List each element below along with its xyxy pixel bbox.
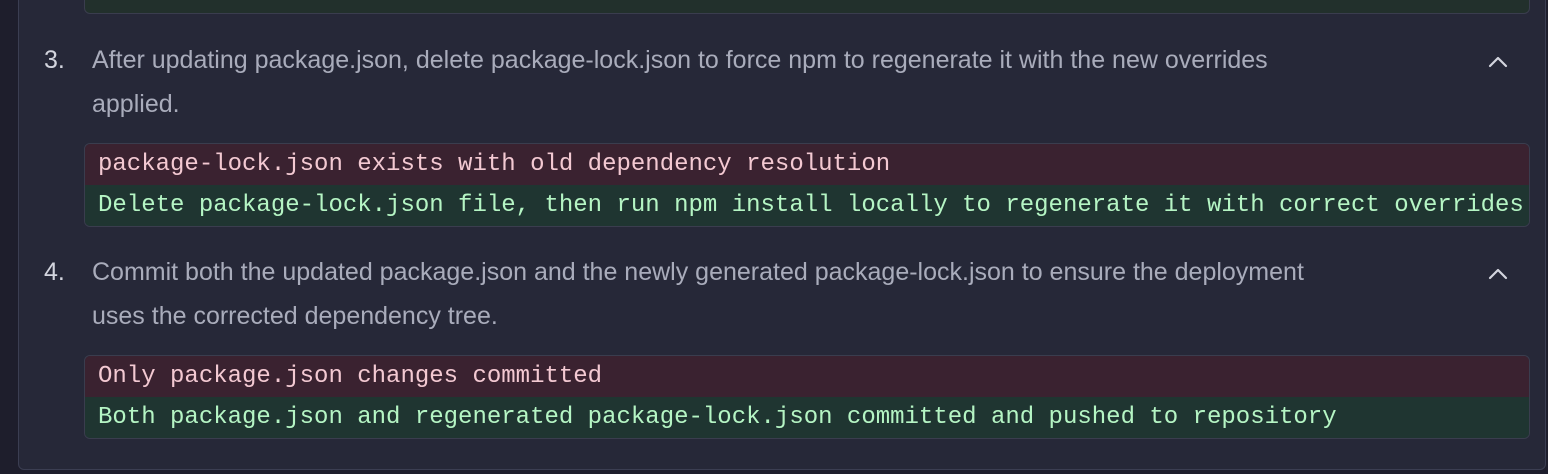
diff-block: package-lock.json exists with old depend… (84, 143, 1530, 227)
step-description-line-2: uses the corrected dependency tree. (92, 302, 498, 330)
step-number: 4. (44, 258, 65, 286)
diff-removed-line: Only package.json changes committed (85, 356, 1529, 397)
page: 3. After updating package.json, delete p… (0, 0, 1548, 474)
chevron-up-icon (1488, 56, 1508, 68)
diff-block: Only package.json changes committed Both… (84, 355, 1530, 439)
previous-diff-block (84, 0, 1530, 14)
diff-removed-line: package-lock.json exists with old depend… (85, 144, 1529, 185)
collapse-step-button[interactable] (1484, 48, 1512, 76)
diff-added-line: Delete package-lock.json file, then run … (85, 185, 1529, 226)
step-number: 3. (44, 46, 65, 74)
collapse-step-button[interactable] (1484, 260, 1512, 288)
chevron-up-icon (1488, 268, 1508, 280)
step-description-line-2: applied. (92, 90, 180, 118)
diff-added-line: Both package.json and regenerated packag… (85, 397, 1529, 438)
step-description-line-1: After updating package.json, delete pack… (92, 46, 1268, 74)
step-description-line-1: Commit both the updated package.json and… (92, 258, 1304, 286)
